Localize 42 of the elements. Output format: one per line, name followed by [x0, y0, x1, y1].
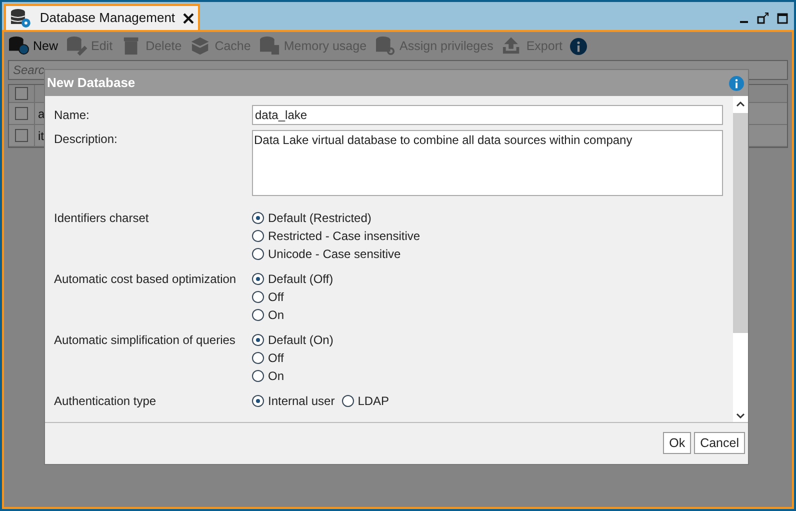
radio-option[interactable]: Default (On) [252, 331, 334, 349]
scroll-down-icon[interactable] [736, 411, 745, 420]
field-label: Identifiers charset [54, 211, 149, 225]
radio-option[interactable]: Off [252, 288, 334, 306]
database-key-icon [374, 36, 397, 56]
database-gear-icon [10, 8, 32, 28]
radio-option[interactable]: Unicode - Case sensitive [252, 245, 420, 263]
radio-option[interactable]: Internal user [252, 392, 335, 410]
checkbox[interactable] [15, 107, 28, 120]
radio-option[interactable]: On [252, 306, 334, 324]
input-field[interactable]: data_lake [252, 105, 723, 125]
radio-option[interactable]: Restricted - Case insensitive [252, 227, 420, 245]
toolbar-button[interactable]: New [8, 36, 58, 56]
tab-title: Database Management [40, 9, 176, 28]
close-icon[interactable] [183, 12, 194, 24]
field-label: Authentication type [54, 394, 156, 408]
field-label: Name: [54, 108, 90, 122]
scroll-up-icon[interactable] [736, 100, 745, 109]
radio-option[interactable]: LDAP [342, 392, 390, 410]
scrollbar-thumb[interactable] [733, 113, 748, 333]
field-label: Automatic simplification of queries [54, 333, 236, 347]
maximize-icon[interactable] [777, 12, 788, 24]
radio-option[interactable]: Off [252, 349, 334, 367]
restore-icon[interactable] [757, 12, 769, 24]
database-page-icon [258, 36, 281, 56]
checkbox[interactable] [15, 129, 28, 142]
dialog-button[interactable]: Ok [663, 432, 692, 454]
dialog-button[interactable]: Cancel [694, 432, 745, 454]
database-plus-icon [8, 36, 30, 56]
tab[interactable]: Database Management [4, 4, 200, 30]
table-cell-text: it [38, 128, 44, 144]
text-area[interactable]: Data Lake virtual database to combine all data sources within company [252, 130, 723, 196]
radio-option[interactable]: Default (Restricted) [252, 209, 420, 227]
radio-option[interactable]: On [252, 367, 334, 385]
radio-option[interactable]: Default (Off) [252, 270, 334, 288]
table-cell-text: a [38, 106, 45, 122]
database-pencil-icon [66, 36, 88, 56]
field-label: Description: [54, 132, 118, 146]
checkbox[interactable] [15, 87, 28, 100]
scrollbar[interactable] [733, 96, 748, 422]
info-icon[interactable] [570, 38, 588, 54]
field-label: Automatic cost based optimization [54, 272, 236, 286]
